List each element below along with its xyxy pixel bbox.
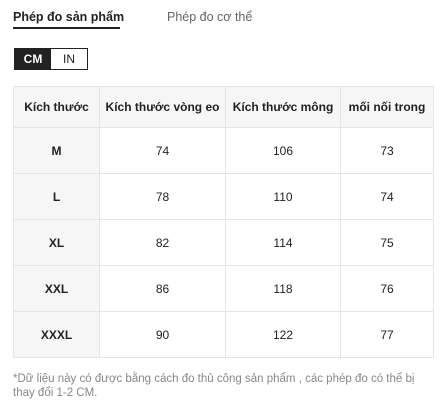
waist-cell: 78 (99, 173, 226, 220)
table-row: XXXL 90 122 77 (13, 311, 434, 358)
header-waist: Kích thước vòng eo (99, 86, 226, 128)
unit-cm-button[interactable]: CM (15, 49, 51, 69)
header-size: Kích thước (13, 86, 100, 128)
hip-cell: 106 (225, 127, 341, 174)
waist-cell: 74 (99, 127, 226, 174)
size-cell: XXL (13, 265, 100, 312)
size-cell: XXXL (13, 311, 100, 358)
waist-cell: 82 (99, 219, 226, 266)
header-hip: Kích thước mông (225, 86, 341, 128)
unit-in-button[interactable]: IN (51, 49, 87, 69)
unit-toggle: CM IN (14, 48, 88, 70)
hip-cell: 122 (225, 311, 341, 358)
measurement-note: *Dữ liệu này có được bằng cách đo thủ cô… (13, 373, 415, 399)
table-header-row: Kích thước Kích thước vòng eo Kích thước… (13, 86, 434, 128)
table-row: XL 82 114 75 (13, 219, 434, 266)
inseam-cell: 75 (340, 219, 434, 266)
tab-body-measurements[interactable]: Phép đo cơ thể (167, 10, 252, 24)
table-row: XXL 86 118 76 (13, 265, 434, 312)
table-row: M 74 106 73 (13, 127, 434, 174)
hip-cell: 118 (225, 265, 341, 312)
waist-cell: 86 (99, 265, 226, 312)
active-tab-underline (13, 27, 120, 29)
inseam-cell: 76 (340, 265, 434, 312)
hip-cell: 114 (225, 219, 341, 266)
inseam-cell: 74 (340, 173, 434, 220)
size-cell: XL (13, 219, 100, 266)
waist-cell: 90 (99, 311, 226, 358)
hip-cell: 110 (225, 173, 341, 220)
inseam-cell: 77 (340, 311, 434, 358)
header-inseam: mối nối trong (340, 86, 434, 128)
size-cell: M (13, 127, 100, 174)
table-row: L 78 110 74 (13, 173, 434, 220)
size-chart-table: Kích thước Kích thước vòng eo Kích thước… (13, 86, 434, 358)
tab-product-measurements[interactable]: Phép đo sản phẩm (13, 10, 124, 24)
inseam-cell: 73 (340, 127, 434, 174)
size-cell: L (13, 173, 100, 220)
